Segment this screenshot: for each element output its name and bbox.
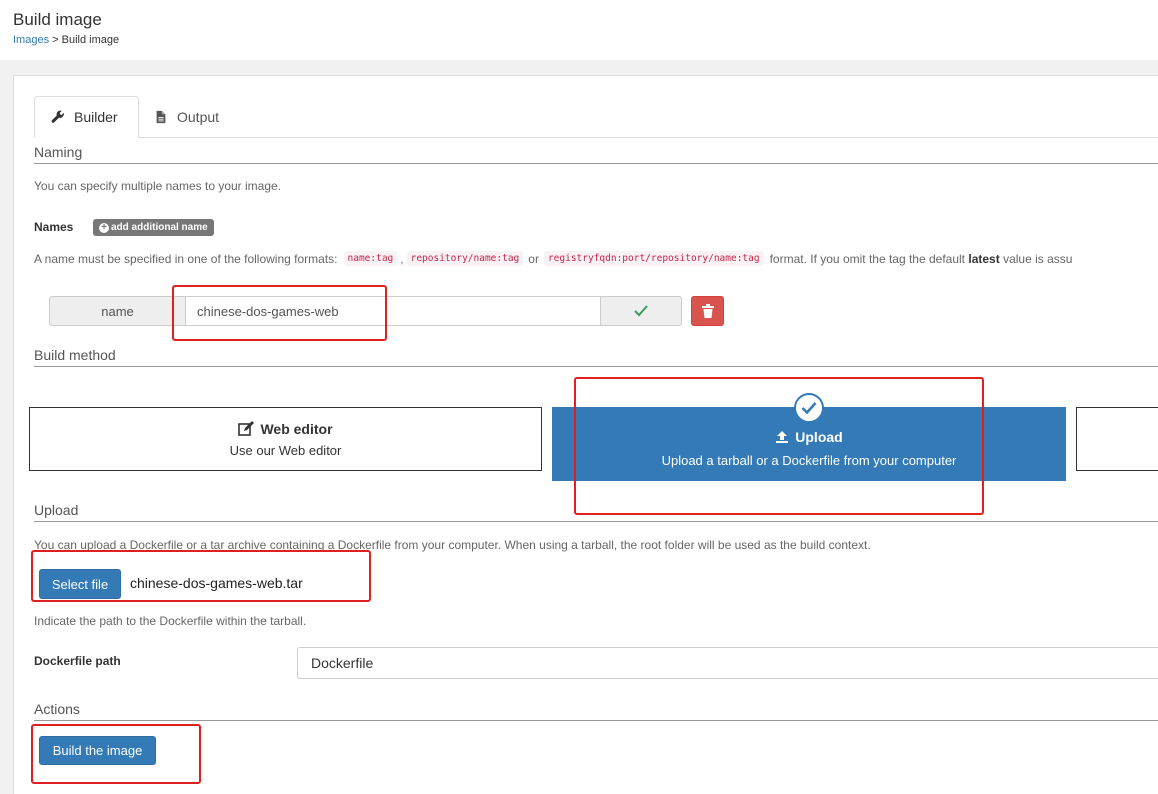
selected-check-circle-icon bbox=[794, 393, 824, 423]
tab-builder[interactable]: Builder bbox=[34, 96, 139, 138]
method-other[interactable] bbox=[1076, 407, 1158, 471]
breadcrumb: Images > Build image bbox=[13, 34, 119, 46]
page-title: Build image bbox=[13, 10, 102, 29]
naming-help-text: You can specify multiple names to your i… bbox=[34, 179, 282, 193]
build-method-section-title: Build method bbox=[34, 347, 116, 363]
breadcrumb-images-link[interactable]: Images bbox=[13, 34, 49, 46]
upload-divider bbox=[34, 521, 1158, 522]
wrench-icon bbox=[51, 110, 64, 123]
web-editor-title: Web editor bbox=[260, 420, 333, 437]
upload-icon bbox=[776, 431, 789, 443]
format-sep-1: , bbox=[400, 251, 404, 266]
dockerfile-path-label: Dockerfile path bbox=[34, 654, 121, 668]
naming-divider bbox=[34, 163, 1158, 164]
select-file-button[interactable]: Select file bbox=[39, 569, 121, 599]
name-valid-check bbox=[600, 296, 682, 326]
format-code-2: repository/name:tag bbox=[406, 251, 524, 266]
trash-icon bbox=[701, 304, 714, 318]
naming-section-title: Naming bbox=[34, 144, 83, 160]
add-name-label: add additional name bbox=[111, 222, 208, 233]
method-upload[interactable]: Upload Upload a tarball or a Dockerfile … bbox=[552, 393, 1066, 481]
actions-divider bbox=[34, 720, 1158, 721]
dockerfile-path-help: Indicate the path to the Dockerfile with… bbox=[34, 614, 307, 628]
page-header: Build image Images > Build image bbox=[0, 0, 1158, 60]
breadcrumb-current: Build image bbox=[61, 34, 120, 46]
name-format-help: A name must be specified in one of the f… bbox=[34, 251, 1072, 266]
format-outro-2: value is assu bbox=[1003, 251, 1073, 266]
names-label: Names bbox=[34, 220, 74, 234]
file-icon bbox=[156, 110, 166, 124]
build-method-divider bbox=[34, 366, 1158, 367]
edit-icon bbox=[238, 421, 255, 436]
format-sep-2: or bbox=[528, 251, 539, 266]
upload-help-text: You can upload a Dockerfile or a tar arc… bbox=[34, 538, 871, 552]
tab-output-label: Output bbox=[177, 109, 220, 125]
image-name-input[interactable]: chinese-dos-games-web bbox=[185, 296, 602, 326]
breadcrumb-separator: > bbox=[49, 34, 62, 46]
actions-section-title: Actions bbox=[34, 701, 80, 717]
selected-file-name: chinese-dos-games-web.tar bbox=[130, 575, 303, 591]
name-addon: name bbox=[49, 296, 186, 326]
check-icon bbox=[634, 305, 648, 317]
remove-name-button[interactable] bbox=[691, 296, 724, 326]
upload-title-row: Upload bbox=[552, 429, 1066, 445]
build-image-button[interactable]: Build the image bbox=[39, 736, 156, 765]
web-editor-subtitle: Use our Web editor bbox=[229, 442, 342, 458]
plus-circle-icon: + bbox=[99, 222, 109, 233]
format-outro-1: format. If you omit the tag the default bbox=[769, 251, 966, 266]
upload-section-title: Upload bbox=[34, 502, 79, 518]
tabs-divider bbox=[138, 137, 1158, 138]
method-web-editor[interactable]: Web editor Use our Web editor bbox=[29, 407, 542, 471]
format-intro: A name must be specified in one of the f… bbox=[34, 251, 338, 266]
upload-title: Upload bbox=[795, 429, 843, 445]
format-code-1: name:tag bbox=[343, 251, 398, 266]
dockerfile-path-input[interactable]: Dockerfile bbox=[297, 647, 1158, 679]
tab-builder-label: Builder bbox=[74, 109, 118, 125]
tab-output[interactable]: Output bbox=[154, 96, 254, 138]
web-editor-title-row: Web editor bbox=[238, 420, 333, 437]
format-bold-latest: latest bbox=[968, 251, 1000, 266]
format-code-3: registryfqdn:port/repository/name:tag bbox=[543, 251, 764, 266]
add-additional-name-button[interactable]: + add additional name bbox=[93, 219, 214, 236]
upload-subtitle: Upload a tarball or a Dockerfile from yo… bbox=[661, 453, 957, 468]
